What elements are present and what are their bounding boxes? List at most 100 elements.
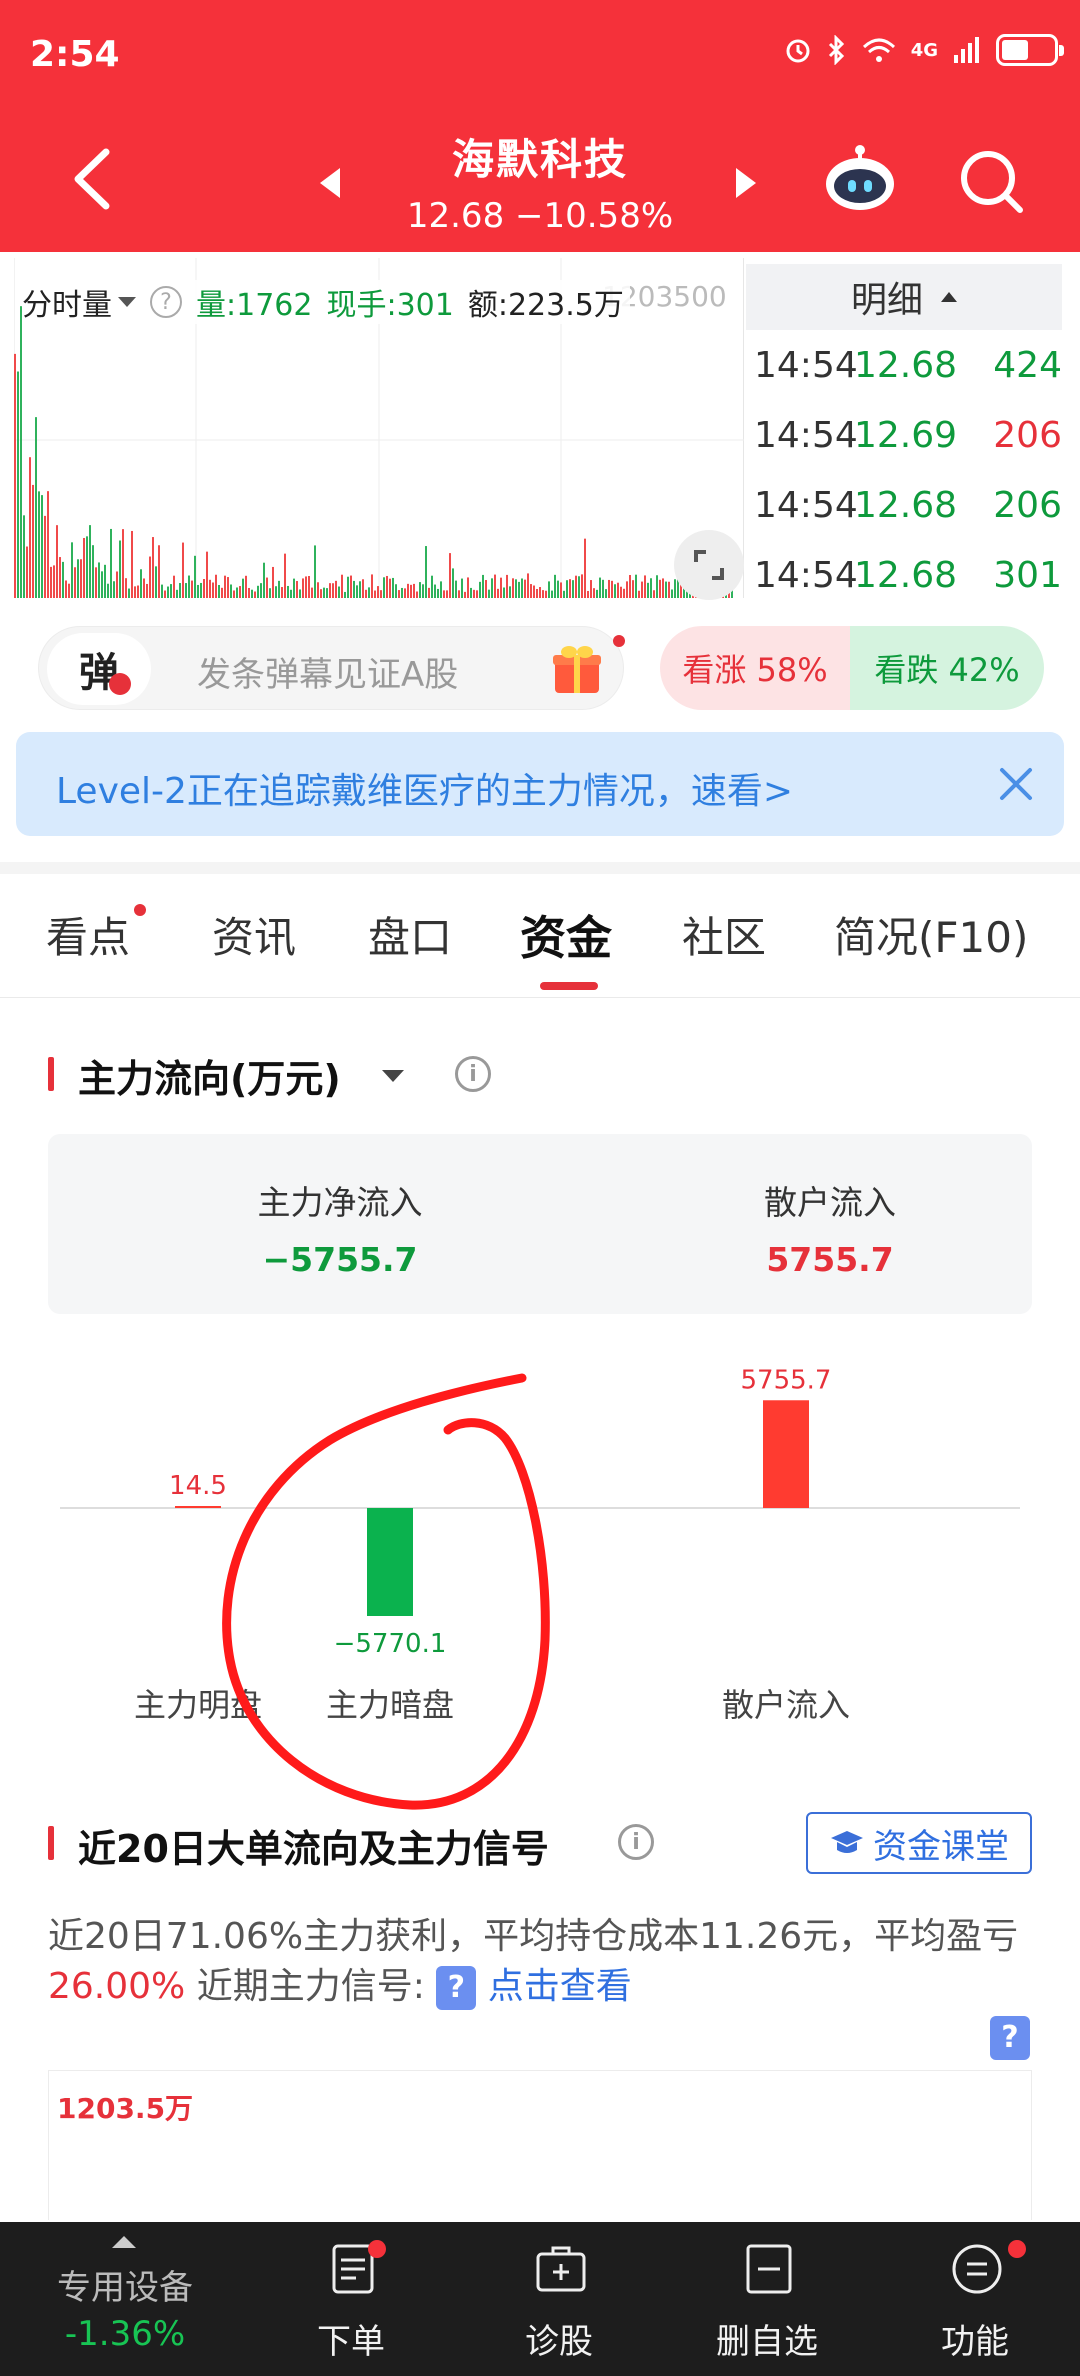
gift-icon[interactable] <box>549 641 605 697</box>
question-badge-icon[interactable]: ? <box>990 2016 1030 2060</box>
section-accent-bar <box>48 1057 54 1091</box>
question-badge-icon[interactable]: ? <box>436 1966 477 2010</box>
tab-profile[interactable]: 简况(F10) <box>834 904 1028 965</box>
volume-bar <box>545 590 547 598</box>
volume-bar <box>212 582 214 598</box>
amount-value: 额:223.5万 <box>467 288 624 323</box>
large-order-chart[interactable]: 1203.5万 <box>48 2070 1032 2220</box>
expand-chart-button[interactable] <box>674 530 744 600</box>
chart-max-label: 1203.5万 <box>57 2092 194 2125</box>
volume-bar <box>404 588 406 598</box>
tab-community[interactable]: 社区 <box>682 904 766 965</box>
volume-bar <box>437 588 439 598</box>
remove-watchlist-button[interactable]: 删自选 <box>692 2222 842 2376</box>
volume-bar <box>14 353 16 598</box>
volume-bar <box>416 591 418 598</box>
volume-bar <box>635 574 637 598</box>
volume-bar <box>92 545 94 598</box>
main-flow-title[interactable]: 主力流向(万元) <box>78 1048 341 1103</box>
chevron-down-icon[interactable] <box>382 1070 404 1082</box>
trade-row: 14:54 12.68 206 <box>746 470 1066 540</box>
danmu-input[interactable]: 弹 发条弹幕见证A股 <box>38 626 625 710</box>
functions-button[interactable]: 功能 <box>900 2222 1050 2376</box>
volume-bar <box>599 577 601 598</box>
volume-bar <box>53 565 55 598</box>
volume-bar <box>440 581 442 598</box>
volume-bar <box>623 588 625 598</box>
next-stock-icon[interactable] <box>734 166 758 200</box>
trade-row: 14:54 12.68 301 <box>746 540 1066 610</box>
vote-down-button[interactable]: 看跌 42% <box>850 626 1044 710</box>
volume-bar <box>101 571 103 598</box>
volume-bar <box>245 575 247 598</box>
volume-bar <box>299 589 301 598</box>
retail-inflow-block: 散户流入 5755.7 <box>670 1176 990 1279</box>
volume-chart[interactable]: 1203500 分时量 ? 量:1762 现手:301 额:223.5万 <box>14 258 744 600</box>
notification-dot <box>613 635 625 647</box>
tab-news[interactable]: 资讯 <box>212 904 296 965</box>
detail-header[interactable]: 明细 <box>746 264 1062 330</box>
back-arrow-icon[interactable] <box>62 144 122 214</box>
tab-capital[interactable]: 资金 <box>520 902 612 968</box>
volume-bar <box>341 574 343 598</box>
vote-up-button[interactable]: 看涨 58% <box>660 626 850 710</box>
volume-bar <box>266 577 268 598</box>
net-inflow-value: −5755.7 <box>262 1240 418 1279</box>
volume-bar <box>401 587 403 598</box>
network-label: 4G <box>910 39 938 61</box>
danmu-toggle-button[interactable]: 弹 <box>47 633 151 705</box>
volume-bar <box>581 574 583 598</box>
info-icon[interactable]: i <box>618 1824 654 1860</box>
volume-bar <box>122 529 124 598</box>
status-icons: 4G <box>783 34 1064 66</box>
volume-bar <box>494 574 496 598</box>
wifi-icon <box>862 38 895 62</box>
volume-bar <box>254 591 256 598</box>
volume-bar <box>443 590 445 598</box>
view-signal-link[interactable]: 点击查看 <box>488 1966 632 2007</box>
signal-title: 近20日大单流向及主力信号 <box>78 1827 549 1871</box>
robot-assistant-icon[interactable] <box>822 142 898 214</box>
level2-banner[interactable]: Level-2正在追踪戴维医疗的主力情况，速看> <box>16 732 1064 836</box>
volume-bar <box>221 587 223 598</box>
volume-bar <box>218 584 220 598</box>
volume-bar <box>383 577 385 598</box>
volume-bar <box>482 574 484 598</box>
volume-type-select[interactable]: 分时量 <box>22 280 136 324</box>
order-button[interactable]: 下单 <box>276 2222 426 2376</box>
help-icon[interactable]: ? <box>150 286 182 318</box>
flow-bar[interactable] <box>175 1506 221 1508</box>
info-icon[interactable]: i <box>455 1056 491 1092</box>
diagnose-button[interactable]: 诊股 <box>484 2222 634 2376</box>
status-time: 2:54 <box>30 34 120 75</box>
retail-inflow-value: 5755.7 <box>766 1240 894 1279</box>
flow-bar[interactable] <box>763 1400 809 1508</box>
volume-bar <box>425 546 427 598</box>
volume-bar <box>248 587 250 598</box>
volume-bar <box>392 577 394 598</box>
capital-course-button[interactable]: 资金课堂 <box>806 1812 1032 1874</box>
volume-bar <box>638 590 640 598</box>
volume-bar <box>152 537 154 598</box>
volume-bar <box>479 581 481 598</box>
volume-bar <box>368 587 370 598</box>
tab-orderbook[interactable]: 盘口 <box>368 904 452 965</box>
flow-bar[interactable] <box>367 1508 413 1616</box>
volume-bar <box>86 536 88 598</box>
volume-bar <box>587 590 589 598</box>
order-label: 下单 <box>317 2322 385 2362</box>
tab-highlights[interactable]: 看点 <box>46 904 130 965</box>
close-icon[interactable] <box>996 764 1036 804</box>
volume-bar <box>188 575 190 598</box>
volume-bar <box>38 491 40 598</box>
volume-bar <box>95 567 97 598</box>
prev-stock-icon[interactable] <box>318 166 342 200</box>
volume-bar <box>191 580 193 598</box>
volume-bar <box>671 589 673 598</box>
sector-button[interactable]: 专用设备 -1.36% <box>0 2222 250 2376</box>
volume-bar <box>551 590 553 598</box>
search-icon[interactable] <box>956 146 1026 216</box>
volume-bar <box>389 578 391 598</box>
volume-bar <box>89 525 91 598</box>
volume-bar <box>62 561 64 598</box>
